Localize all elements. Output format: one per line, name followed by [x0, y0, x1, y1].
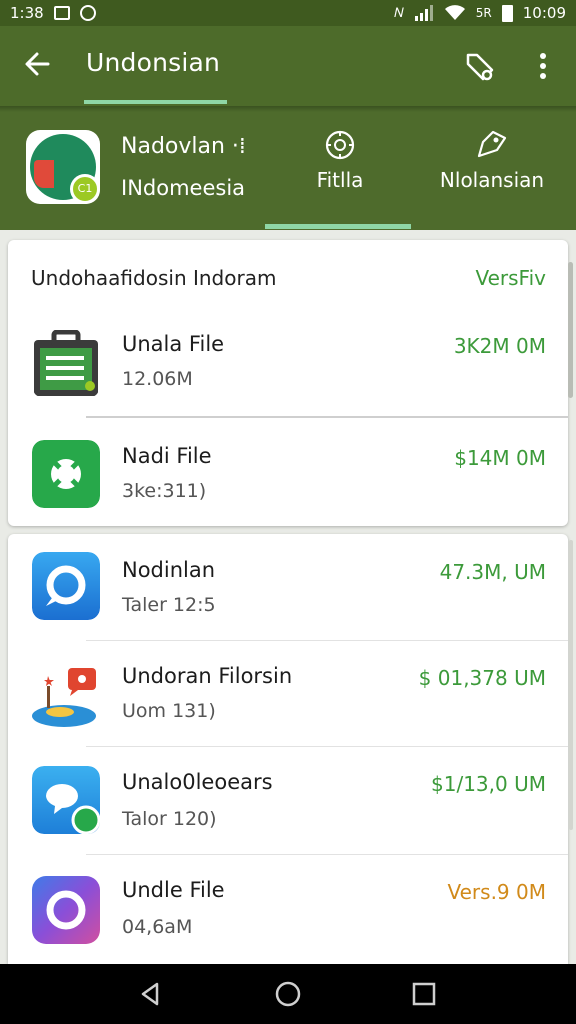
app-logo-icon: C1	[26, 130, 100, 204]
item-subtitle: Talor 120)	[122, 808, 217, 830]
item-title: Nodinlan	[122, 558, 216, 582]
item-subtitle: Uom 131)	[122, 700, 216, 722]
green-cross-icon	[32, 440, 100, 508]
battery-icon	[501, 4, 513, 22]
list-item[interactable]: Undoran Filorsin Uom 131) $ 01,378 UM	[8, 640, 568, 748]
card-title: Undohaafidosin Indoram	[31, 266, 277, 290]
status-time: 1:38	[10, 4, 44, 22]
status-bar: 1:38 𝑁 5R 10:09	[0, 0, 576, 26]
tag-icon	[477, 130, 507, 158]
more-vert-icon[interactable]	[530, 48, 556, 84]
card-action-link[interactable]: VersFiv	[475, 266, 546, 290]
apps-card: Nodinlan Taler 12:5 47.3M, UM Undoran Fi…	[8, 534, 568, 964]
list-item[interactable]: Unala File 12.06M 3K2M 0M	[8, 312, 568, 420]
title-underline	[84, 100, 227, 104]
item-title: Unala File	[122, 332, 225, 356]
cell-signal-icon	[414, 5, 433, 21]
item-subtitle: 04,6aM	[122, 916, 193, 938]
app-bar-title: Undonsian	[86, 48, 221, 77]
gear-icon	[325, 130, 355, 160]
list-item[interactable]: Undle File 04,6aM Vers.9 0M	[8, 854, 568, 962]
item-subtitle: Taler 12:5	[122, 594, 216, 616]
app-bar: Undonsian	[0, 26, 576, 106]
item-title: Undle File	[122, 878, 225, 902]
item-title: Unalo0leoears	[122, 770, 273, 794]
tab-nlolansian[interactable]: Nlolansian	[430, 128, 554, 192]
signal-text: 5R	[475, 6, 492, 20]
scrollbar[interactable]	[568, 262, 573, 398]
item-price: $14M 0M	[454, 446, 546, 470]
item-price: $ 01,378 UM	[418, 666, 546, 690]
band-shadow	[0, 106, 576, 112]
island-icon	[32, 668, 96, 727]
back-arrow-icon[interactable]	[20, 46, 56, 82]
item-price: Vers.9 0M	[447, 880, 547, 904]
list-item[interactable]: Unalo0leoears Talor 120) $1/13,0 UM	[8, 746, 568, 854]
gallery-icon	[53, 6, 70, 20]
item-subtitle: 3ke:311)	[122, 480, 207, 502]
app-header: C1 Nadovlan ·⁞ INdomeesia Fitlla Nlolans…	[0, 106, 576, 230]
list-item[interactable]: Nodinlan Taler 12:5 47.3M, UM	[8, 534, 568, 642]
recents-icon[interactable]	[410, 980, 438, 1008]
tab-label: Nlolansian	[439, 168, 545, 192]
list-item[interactable]: Nadi File 3ke:311) $14M 0M	[8, 420, 568, 528]
tag-search-icon[interactable]	[462, 48, 498, 84]
clipboard-icon	[34, 330, 98, 396]
sync-icon	[79, 5, 96, 21]
item-price: $1/13,0 UM	[431, 772, 546, 796]
item-subtitle: 12.06M	[122, 368, 193, 390]
messenger-icon	[32, 766, 100, 834]
purple-circle-icon	[32, 876, 100, 944]
home-icon[interactable]	[274, 980, 302, 1008]
status-clock: 10:09	[522, 4, 566, 22]
navigation-bar	[0, 964, 576, 1024]
item-price: 47.3M, UM	[439, 560, 546, 584]
tab-label: Fitlla	[316, 168, 364, 192]
app-subtitle: INdomeesia	[121, 176, 246, 200]
app-name: Nadovlan ·⁞	[121, 134, 246, 159]
downloads-card: Undohaafidosin Indoram VersFiv Unala Fil…	[8, 240, 568, 526]
item-title: Nadi File	[122, 444, 212, 468]
wifi-icon	[444, 5, 465, 20]
back-icon[interactable]	[137, 980, 165, 1008]
item-title: Undoran Filorsin	[122, 664, 293, 688]
nfc-icon: 𝑁	[394, 5, 404, 21]
item-price: 3K2M 0M	[453, 334, 546, 358]
divider	[86, 416, 568, 418]
tab-indicator	[265, 224, 411, 229]
scrollbar[interactable]	[569, 540, 573, 830]
tab-fitlla[interactable]: Fitlla	[300, 128, 380, 192]
blue-chat-icon	[32, 552, 100, 620]
